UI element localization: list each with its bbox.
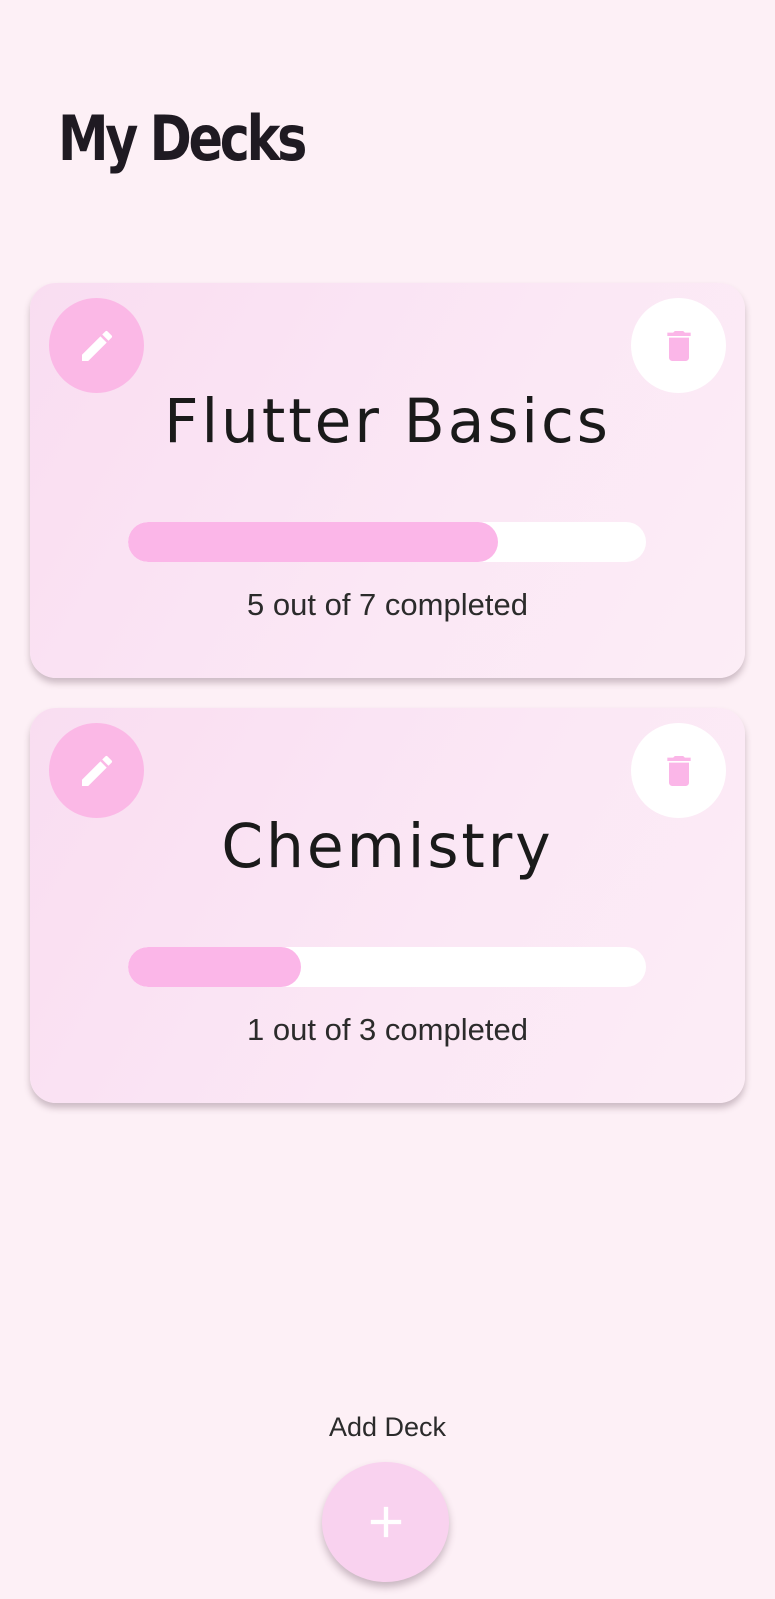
progress-fill	[128, 522, 498, 562]
progress-text: 1 out of 3 completed	[247, 1012, 528, 1047]
progress-fill	[128, 947, 301, 987]
delete-deck-button[interactable]	[631, 723, 726, 818]
edit-deck-button[interactable]	[49, 723, 144, 818]
pencil-icon	[81, 330, 112, 361]
edit-deck-button[interactable]	[49, 298, 144, 393]
progress-bar	[128, 947, 646, 987]
deck-title: Chemistry	[221, 811, 554, 882]
page-title: My Decks	[58, 102, 307, 175]
deck-list: Flutter Basics 5 out of 7 completed Chem…	[30, 283, 745, 1133]
delete-deck-button[interactable]	[631, 298, 726, 393]
deck-card[interactable]: Chemistry 1 out of 3 completed	[30, 708, 745, 1103]
trash-icon	[666, 330, 691, 361]
decks-screen: My Decks Flutter Basics 5 out of 7 compl…	[0, 0, 775, 1599]
deck-title: Flutter Basics	[164, 386, 611, 457]
plus-icon	[370, 1506, 401, 1538]
deck-card[interactable]: Flutter Basics 5 out of 7 completed	[30, 283, 745, 678]
trash-icon	[666, 755, 691, 786]
progress-bar	[128, 522, 646, 562]
add-deck-label: Add Deck	[328, 1412, 447, 1442]
pencil-icon	[81, 755, 112, 786]
progress-text: 5 out of 7 completed	[247, 587, 528, 622]
add-deck-button[interactable]	[322, 1462, 449, 1582]
